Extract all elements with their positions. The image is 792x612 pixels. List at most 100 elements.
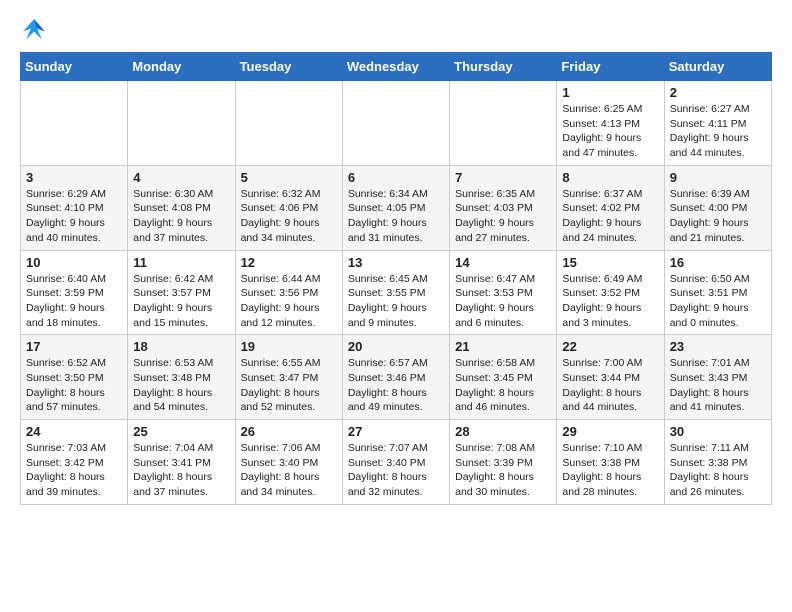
day-info: Sunrise: 7:10 AM Sunset: 3:38 PM Dayligh… — [562, 441, 658, 500]
calendar-cell: 19 Sunrise: 6:55 AM Sunset: 3:47 PM Dayli… — [235, 335, 342, 420]
calendar-table: SundayMondayTuesdayWednesdayThursdayFrid… — [20, 52, 772, 505]
weekday-header-sunday: Sunday — [21, 53, 128, 81]
day-info: Sunrise: 6:53 AM Sunset: 3:48 PM Dayligh… — [133, 356, 229, 415]
weekday-header-wednesday: Wednesday — [342, 53, 449, 81]
day-number: 24 — [26, 424, 122, 439]
calendar-cell: 2 Sunrise: 6:27 AM Sunset: 4:11 PM Daylig… — [664, 81, 771, 166]
calendar-cell: 8Sunrise: 6:37 AM Sunset: 4:02 PM Daylig… — [557, 165, 664, 250]
calendar-week-row: 1 Sunrise: 6:25 AM Sunset: 4:13 PM Daylig… — [21, 81, 772, 166]
calendar-cell: 12 Sunrise: 6:44 AM Sunset: 3:56 PM Dayli… — [235, 250, 342, 335]
day-number: 8 — [562, 170, 658, 185]
day-number: 14 — [455, 255, 551, 270]
weekday-header-thursday: Thursday — [450, 53, 557, 81]
calendar-week-row: 17 Sunrise: 6:52 AM Sunset: 3:50 PM Dayli… — [21, 335, 772, 420]
day-number: 9 — [670, 170, 766, 185]
calendar-cell: 30 Sunrise: 7:11 AM Sunset: 3:38 PM Dayli… — [664, 420, 771, 505]
day-number: 4 — [133, 170, 229, 185]
calendar-week-row: 10 Sunrise: 6:40 AM Sunset: 3:59 PM Dayli… — [21, 250, 772, 335]
day-info: Sunrise: 6:58 AM Sunset: 3:45 PM Dayligh… — [455, 356, 551, 415]
day-info: Sunrise: 7:08 AM Sunset: 3:39 PM Dayligh… — [455, 441, 551, 500]
day-number: 16 — [670, 255, 766, 270]
weekday-header-monday: Monday — [128, 53, 235, 81]
calendar-cell: 20 Sunrise: 6:57 AM Sunset: 3:46 PM Dayli… — [342, 335, 449, 420]
day-info: Sunrise: 7:06 AM Sunset: 3:40 PM Dayligh… — [241, 441, 337, 500]
day-number: 6 — [348, 170, 444, 185]
day-info: Sunrise: 6:30 AM Sunset: 4:08 PM Dayligh… — [133, 187, 229, 246]
day-info: Sunrise: 6:40 AM Sunset: 3:59 PM Dayligh… — [26, 272, 122, 331]
weekday-header-saturday: Saturday — [664, 53, 771, 81]
day-number: 21 — [455, 339, 551, 354]
calendar-cell: 9 Sunrise: 6:39 AM Sunset: 4:00 PM Daylig… — [664, 165, 771, 250]
day-info: Sunrise: 6:47 AM Sunset: 3:53 PM Dayligh… — [455, 272, 551, 331]
calendar-cell — [235, 81, 342, 166]
calendar-cell: 24 Sunrise: 7:03 AM Sunset: 3:42 PM Dayli… — [21, 420, 128, 505]
calendar-cell: 21 Sunrise: 6:58 AM Sunset: 3:45 PM Dayli… — [450, 335, 557, 420]
day-info: Sunrise: 6:35 AM Sunset: 4:03 PM Dayligh… — [455, 187, 551, 246]
day-number: 15 — [562, 255, 658, 270]
day-number: 19 — [241, 339, 337, 354]
day-number: 25 — [133, 424, 229, 439]
day-info: Sunrise: 6:52 AM Sunset: 3:50 PM Dayligh… — [26, 356, 122, 415]
calendar-week-row: 3 Sunrise: 6:29 AM Sunset: 4:10 PM Daylig… — [21, 165, 772, 250]
day-info: Sunrise: 7:04 AM Sunset: 3:41 PM Dayligh… — [133, 441, 229, 500]
logo — [20, 16, 52, 44]
day-number: 18 — [133, 339, 229, 354]
calendar-cell: 28 Sunrise: 7:08 AM Sunset: 3:39 PM Dayli… — [450, 420, 557, 505]
day-info: Sunrise: 7:07 AM Sunset: 3:40 PM Dayligh… — [348, 441, 444, 500]
calendar-cell: 7 Sunrise: 6:35 AM Sunset: 4:03 PM Daylig… — [450, 165, 557, 250]
day-info: Sunrise: 7:03 AM Sunset: 3:42 PM Dayligh… — [26, 441, 122, 500]
day-number: 27 — [348, 424, 444, 439]
page-header — [20, 16, 772, 44]
calendar-cell — [450, 81, 557, 166]
day-number: 3 — [26, 170, 122, 185]
calendar-cell: 11 Sunrise: 6:42 AM Sunset: 3:57 PM Dayli… — [128, 250, 235, 335]
weekday-header-friday: Friday — [557, 53, 664, 81]
day-number: 2 — [670, 85, 766, 100]
day-number: 22 — [562, 339, 658, 354]
day-number: 17 — [26, 339, 122, 354]
day-number: 30 — [670, 424, 766, 439]
day-info: Sunrise: 6:57 AM Sunset: 3:46 PM Dayligh… — [348, 356, 444, 415]
calendar-cell: 13 Sunrise: 6:45 AM Sunset: 3:55 PM Dayli… — [342, 250, 449, 335]
day-info: Sunrise: 6:55 AM Sunset: 3:47 PM Dayligh… — [241, 356, 337, 415]
day-info: Sunrise: 6:25 AM Sunset: 4:13 PM Dayligh… — [562, 102, 658, 161]
day-info: Sunrise: 6:39 AM Sunset: 4:00 PM Dayligh… — [670, 187, 766, 246]
day-number: 20 — [348, 339, 444, 354]
day-info: Sunrise: 6:29 AM Sunset: 4:10 PM Dayligh… — [26, 187, 122, 246]
day-number: 29 — [562, 424, 658, 439]
calendar-cell: 10 Sunrise: 6:40 AM Sunset: 3:59 PM Dayli… — [21, 250, 128, 335]
day-info: Sunrise: 6:27 AM Sunset: 4:11 PM Dayligh… — [670, 102, 766, 161]
day-info: Sunrise: 6:44 AM Sunset: 3:56 PM Dayligh… — [241, 272, 337, 331]
day-number: 5 — [241, 170, 337, 185]
calendar-cell: 17 Sunrise: 6:52 AM Sunset: 3:50 PM Dayli… — [21, 335, 128, 420]
day-info: Sunrise: 6:42 AM Sunset: 3:57 PM Dayligh… — [133, 272, 229, 331]
day-number: 10 — [26, 255, 122, 270]
logo-icon — [20, 16, 48, 44]
day-number: 23 — [670, 339, 766, 354]
day-info: Sunrise: 6:49 AM Sunset: 3:52 PM Dayligh… — [562, 272, 658, 331]
calendar-cell: 25 Sunrise: 7:04 AM Sunset: 3:41 PM Dayli… — [128, 420, 235, 505]
calendar-cell: 5 Sunrise: 6:32 AM Sunset: 4:06 PM Daylig… — [235, 165, 342, 250]
calendar-cell: 4 Sunrise: 6:30 AM Sunset: 4:08 PM Daylig… — [128, 165, 235, 250]
day-number: 28 — [455, 424, 551, 439]
day-number: 12 — [241, 255, 337, 270]
day-number: 7 — [455, 170, 551, 185]
day-number: 13 — [348, 255, 444, 270]
day-info: Sunrise: 6:45 AM Sunset: 3:55 PM Dayligh… — [348, 272, 444, 331]
calendar-cell — [128, 81, 235, 166]
calendar-cell: 29 Sunrise: 7:10 AM Sunset: 3:38 PM Dayli… — [557, 420, 664, 505]
calendar-cell: 27 Sunrise: 7:07 AM Sunset: 3:40 PM Dayli… — [342, 420, 449, 505]
calendar-cell — [21, 81, 128, 166]
day-number: 26 — [241, 424, 337, 439]
calendar-cell: 18 Sunrise: 6:53 AM Sunset: 3:48 PM Dayli… — [128, 335, 235, 420]
day-info: Sunrise: 7:01 AM Sunset: 3:43 PM Dayligh… — [670, 356, 766, 415]
calendar-header-row: SundayMondayTuesdayWednesdayThursdayFrid… — [21, 53, 772, 81]
day-number: 1 — [562, 85, 658, 100]
calendar-week-row: 24 Sunrise: 7:03 AM Sunset: 3:42 PM Dayli… — [21, 420, 772, 505]
day-info: Sunrise: 7:11 AM Sunset: 3:38 PM Dayligh… — [670, 441, 766, 500]
calendar-cell: 23 Sunrise: 7:01 AM Sunset: 3:43 PM Dayli… — [664, 335, 771, 420]
day-info: Sunrise: 6:32 AM Sunset: 4:06 PM Dayligh… — [241, 187, 337, 246]
day-number: 11 — [133, 255, 229, 270]
calendar-cell: 16Sunrise: 6:50 AM Sunset: 3:51 PM Dayli… — [664, 250, 771, 335]
calendar-cell: 1 Sunrise: 6:25 AM Sunset: 4:13 PM Daylig… — [557, 81, 664, 166]
